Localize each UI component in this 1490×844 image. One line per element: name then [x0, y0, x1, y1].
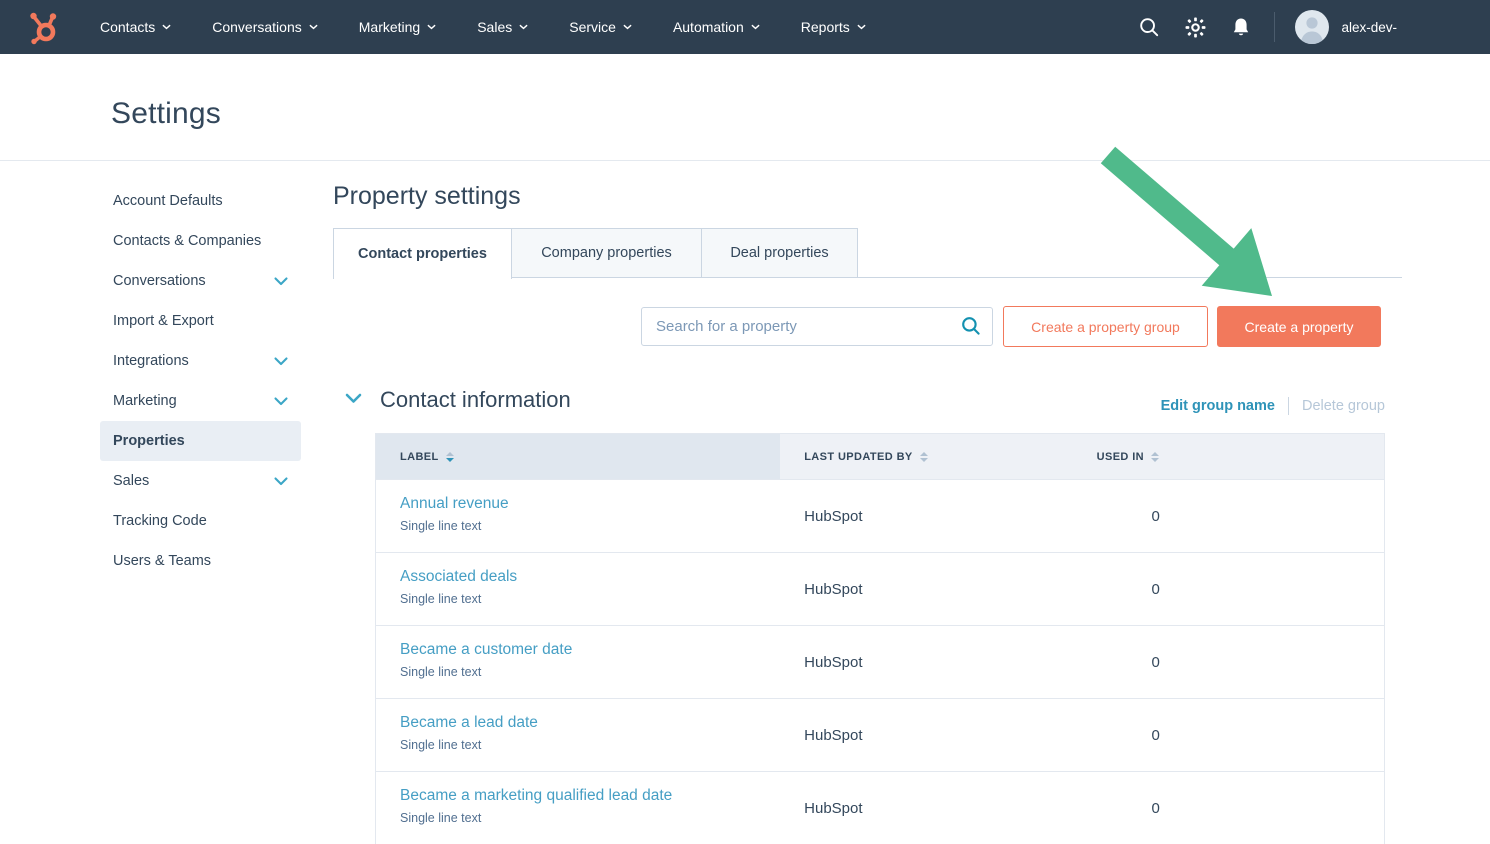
table-header-row: LABEL LAST UPDATED BY USED IN [376, 434, 1384, 479]
property-link[interactable]: Became a customer date [400, 641, 572, 659]
updated-by-cell: HubSpot [780, 553, 1079, 625]
updated-by-cell: HubSpot [780, 480, 1079, 552]
property-type: Single line text [400, 519, 770, 533]
section-title: Property settings [333, 182, 521, 211]
used-in-cell: 0 [1080, 553, 1384, 625]
updated-by-cell: HubSpot [780, 772, 1079, 844]
chevron-down-icon [274, 477, 288, 486]
property-link[interactable]: Associated deals [400, 568, 517, 586]
sidebar-item-tracking-code[interactable]: Tracking Code [100, 501, 301, 541]
link-divider [1288, 397, 1289, 415]
chevron-down-icon [162, 24, 171, 30]
table-row: Became a customer date Single line text … [376, 625, 1384, 698]
column-header-text: LAST UPDATED BY [804, 451, 912, 463]
page-title: Settings [111, 97, 221, 131]
collapse-group-chevron-icon[interactable] [345, 391, 362, 409]
table-row: Became a marketing qualified lead date S… [376, 771, 1384, 844]
column-header-text: LABEL [400, 451, 439, 463]
sidebar-item-label: Users & Teams [113, 553, 211, 569]
property-link[interactable]: Became a marketing qualified lead date [400, 787, 672, 805]
property-type: Single line text [400, 738, 770, 752]
tab-contact-properties[interactable]: Contact properties [333, 228, 512, 279]
table-row: Annual revenue Single line text HubSpot … [376, 479, 1384, 552]
sidebar-item-users-teams[interactable]: Users & Teams [100, 541, 301, 581]
nav-item-label: Contacts [100, 19, 155, 35]
nav-item-label: Conversations [212, 19, 302, 35]
sidebar-item-label: Properties [113, 433, 185, 449]
chevron-down-icon [309, 24, 318, 30]
updated-by-cell: HubSpot [780, 699, 1079, 771]
used-in-cell: 0 [1080, 772, 1384, 844]
sidebar-item-label: Marketing [113, 393, 177, 409]
sidebar-item-label: Tracking Code [113, 513, 207, 529]
sidebar-item-label: Conversations [113, 273, 206, 289]
column-header-last-updated-by[interactable]: LAST UPDATED BY [780, 434, 1079, 479]
chevron-down-icon [274, 277, 288, 286]
settings-sidebar: Account Defaults Contacts & Companies Co… [100, 181, 301, 581]
tab-baseline [858, 228, 1402, 278]
tab-deal-properties[interactable]: Deal properties [701, 228, 858, 278]
search-icon[interactable] [961, 316, 981, 341]
property-search [641, 307, 993, 346]
column-header-text: USED IN [1097, 451, 1144, 463]
sidebar-item-label: Contacts & Companies [113, 233, 261, 249]
sidebar-item-marketing[interactable]: Marketing [100, 381, 301, 421]
sidebar-item-integrations[interactable]: Integrations [100, 341, 301, 381]
sidebar-item-label: Import & Export [113, 313, 214, 329]
property-type: Single line text [400, 592, 770, 606]
sort-icon [446, 452, 454, 462]
group-actions: Edit group name Delete group [1161, 397, 1385, 415]
chevron-down-icon [274, 357, 288, 366]
sort-icon [1151, 452, 1159, 462]
chevron-down-icon [274, 397, 288, 406]
tab-label: Contact properties [358, 246, 487, 262]
table-row: Became a lead date Single line text HubS… [376, 698, 1384, 771]
sidebar-item-label: Sales [113, 473, 149, 489]
used-in-cell: 0 [1080, 626, 1384, 698]
sidebar-item-contacts-companies[interactable]: Contacts & Companies [100, 221, 301, 261]
tab-company-properties[interactable]: Company properties [511, 228, 702, 278]
sidebar-item-conversations[interactable]: Conversations [100, 261, 301, 301]
hubspot-logo-icon[interactable] [26, 9, 60, 45]
updated-by-cell: HubSpot [780, 626, 1079, 698]
sidebar-item-label: Account Defaults [113, 193, 223, 209]
sidebar-item-sales[interactable]: Sales [100, 461, 301, 501]
sidebar-item-import-export[interactable]: Import & Export [100, 301, 301, 341]
nav-item-contacts[interactable]: Contacts [100, 19, 171, 35]
property-type: Single line text [400, 665, 770, 679]
delete-group-link: Delete group [1302, 398, 1385, 414]
nav-item-conversations[interactable]: Conversations [212, 19, 318, 35]
main-content: Property settings Contact properties Com… [333, 0, 1402, 831]
create-property-group-button[interactable]: Create a property group [1003, 306, 1208, 347]
edit-group-name-link[interactable]: Edit group name [1161, 398, 1275, 414]
property-link[interactable]: Annual revenue [400, 495, 509, 513]
column-header-used-in[interactable]: USED IN [1080, 434, 1384, 479]
search-input[interactable] [641, 307, 993, 346]
table-row: Associated deals Single line text HubSpo… [376, 552, 1384, 625]
used-in-cell: 0 [1080, 699, 1384, 771]
tab-label: Company properties [541, 245, 672, 261]
column-header-label[interactable]: LABEL [376, 434, 780, 479]
group-title: Contact information [380, 387, 571, 413]
create-property-button[interactable]: Create a property [1217, 306, 1381, 347]
sort-icon [920, 452, 928, 462]
sidebar-item-label: Integrations [113, 353, 189, 369]
properties-table: LABEL LAST UPDATED BY USED IN Annual rev… [375, 433, 1385, 844]
property-type: Single line text [400, 811, 770, 825]
sidebar-item-account-defaults[interactable]: Account Defaults [100, 181, 301, 221]
used-in-cell: 0 [1080, 480, 1384, 552]
property-tabs: Contact properties Company properties De… [333, 228, 1402, 278]
sidebar-item-properties[interactable]: Properties [100, 421, 301, 461]
property-link[interactable]: Became a lead date [400, 714, 538, 732]
tab-label: Deal properties [730, 245, 828, 261]
